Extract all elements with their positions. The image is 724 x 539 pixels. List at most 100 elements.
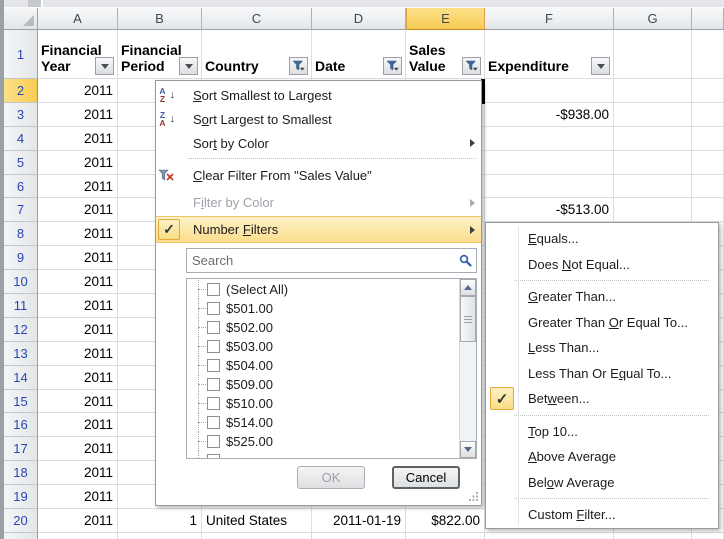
row-number-partial[interactable]	[4, 533, 38, 539]
cell-D21[interactable]	[312, 533, 406, 539]
submenu-item-below-average[interactable]: Below Average	[486, 470, 718, 496]
select-all-corner[interactable]	[4, 8, 38, 30]
submenu-item-does-not-equal[interactable]: Does Not Equal...	[486, 252, 718, 278]
row-number-5[interactable]: 5	[4, 151, 38, 175]
filter-value-item-503-00[interactable]: $503.00	[187, 337, 459, 356]
row-number-7[interactable]: 7	[4, 198, 38, 222]
menu-item-sort-smallest-to-largest[interactable]: AZ↓Sort Smallest to Largest	[156, 83, 481, 107]
checkbox-icon[interactable]	[207, 302, 220, 315]
menu-item-number-filters[interactable]: ✓Number Filters	[156, 216, 481, 243]
cell-A6[interactable]: 2011	[38, 175, 118, 199]
header-filter-button-B[interactable]	[179, 57, 198, 75]
cell-E20[interactable]: $822.00	[406, 509, 485, 533]
cell-C20[interactable]: United States	[202, 509, 312, 533]
checkbox-icon[interactable]	[207, 397, 220, 410]
cell-A5[interactable]: 2011	[38, 151, 118, 175]
cell-G6[interactable]	[614, 175, 692, 199]
checkbox-icon[interactable]	[207, 454, 220, 459]
menu-item-clear-filter-from-sales-value[interactable]: Clear Filter From "Sales Value"	[156, 162, 481, 189]
cell-G7[interactable]	[614, 198, 692, 222]
filter-value-item-525-00[interactable]: $525.00	[187, 432, 459, 451]
cell-A18[interactable]: 2011	[38, 461, 118, 485]
cell-G2[interactable]	[614, 79, 692, 103]
row-number-4[interactable]: 4	[4, 127, 38, 151]
search-input[interactable]	[186, 248, 477, 273]
cell-A2[interactable]: 2011	[38, 79, 118, 103]
cell-A11[interactable]: 2011	[38, 294, 118, 318]
header-cell-C[interactable]: Country	[202, 30, 312, 79]
cell-A14[interactable]: 2011	[38, 366, 118, 390]
cell-A8[interactable]: 2011	[38, 222, 118, 246]
cell-G3[interactable]	[614, 103, 692, 127]
row-number-6[interactable]: 6	[4, 175, 38, 199]
header-cell-G[interactable]	[614, 30, 692, 79]
row-number-17[interactable]: 17	[4, 437, 38, 461]
submenu-item-custom-filter[interactable]: Custom Filter...	[486, 502, 718, 528]
filter-value-item-partial[interactable]	[187, 451, 459, 459]
cell-E21[interactable]	[406, 533, 485, 539]
cell-A13[interactable]: 2011	[38, 342, 118, 366]
checkbox-icon[interactable]	[207, 416, 220, 429]
resize-grip-icon[interactable]	[468, 491, 479, 502]
row-number-9[interactable]: 9	[4, 246, 38, 270]
submenu-item-less-than[interactable]: Less Than...	[486, 335, 718, 361]
row-number-3[interactable]: 3	[4, 103, 38, 127]
cell-H4[interactable]	[692, 127, 724, 151]
cell-A4[interactable]: 2011	[38, 127, 118, 151]
cell-G4[interactable]	[614, 127, 692, 151]
scrollbar[interactable]	[459, 279, 476, 458]
cell-A10[interactable]: 2011	[38, 270, 118, 294]
cell-F6[interactable]	[485, 175, 614, 199]
menu-item-sort-by-color[interactable]: Sort by Color	[156, 131, 481, 155]
submenu-item-less-than-or-equal-to[interactable]: Less Than Or Equal To...	[486, 361, 718, 387]
cell-C21[interactable]	[202, 533, 312, 539]
submenu-item-between[interactable]: ✓Between...	[486, 386, 718, 412]
filter-value-item-509-00[interactable]: $509.00	[187, 375, 459, 394]
filter-value-item-502-00[interactable]: $502.00	[187, 318, 459, 337]
submenu-item-greater-than-or-equal-to[interactable]: Greater Than Or Equal To...	[486, 310, 718, 336]
cell-F3[interactable]: -$938.00	[485, 103, 614, 127]
cell-A9[interactable]: 2011	[38, 246, 118, 270]
filter-value-item-510-00[interactable]: $510.00	[187, 394, 459, 413]
cell-B20[interactable]: 1	[118, 509, 202, 533]
cell-H5[interactable]	[692, 151, 724, 175]
header-cell-H[interactable]	[692, 30, 724, 79]
scrollbar-thumb[interactable]	[460, 296, 476, 342]
header-filter-button-A[interactable]	[95, 57, 114, 75]
checkbox-icon[interactable]	[207, 435, 220, 448]
cell-F7[interactable]: -$513.00	[485, 198, 614, 222]
header-cell-A[interactable]: Financial Year	[38, 30, 118, 79]
column-header-F[interactable]: F	[485, 8, 614, 30]
row-number-14[interactable]: 14	[4, 366, 38, 390]
column-header-E[interactable]: E	[406, 8, 485, 30]
checkbox-icon[interactable]	[207, 321, 220, 334]
row-number-12[interactable]: 12	[4, 318, 38, 342]
column-header-A[interactable]: A	[38, 8, 118, 30]
header-cell-D[interactable]: Date	[312, 30, 406, 79]
scroll-down-button[interactable]	[460, 441, 476, 458]
column-header-G[interactable]: G	[614, 8, 692, 30]
cell-H7[interactable]	[692, 198, 724, 222]
row-number-13[interactable]: 13	[4, 342, 38, 366]
checkbox-icon[interactable]	[207, 359, 220, 372]
cell-F4[interactable]	[485, 127, 614, 151]
cell-A7[interactable]: 2011	[38, 198, 118, 222]
cell-A12[interactable]: 2011	[38, 318, 118, 342]
filter-value-item-514-00[interactable]: $514.00	[187, 413, 459, 432]
ok-button[interactable]: OK	[297, 466, 365, 489]
cell-G5[interactable]	[614, 151, 692, 175]
checkbox-icon[interactable]	[207, 378, 220, 391]
filter-value-item-504-00[interactable]: $504.00	[187, 356, 459, 375]
cell-A20[interactable]: 2011	[38, 509, 118, 533]
cell-H21[interactable]	[692, 533, 724, 539]
column-header-B[interactable]: B	[118, 8, 202, 30]
row-number-18[interactable]: 18	[4, 461, 38, 485]
row-number-2[interactable]: 2	[4, 79, 38, 103]
column-header-partial[interactable]	[692, 8, 724, 30]
cell-A16[interactable]: 2011	[38, 413, 118, 437]
row-number-19[interactable]: 19	[4, 485, 38, 509]
header-filter-button-F[interactable]	[591, 57, 610, 75]
header-filter-button-C[interactable]	[289, 57, 308, 75]
cell-D20[interactable]: 2011-01-19	[312, 509, 406, 533]
cell-A19[interactable]: 2011	[38, 485, 118, 509]
